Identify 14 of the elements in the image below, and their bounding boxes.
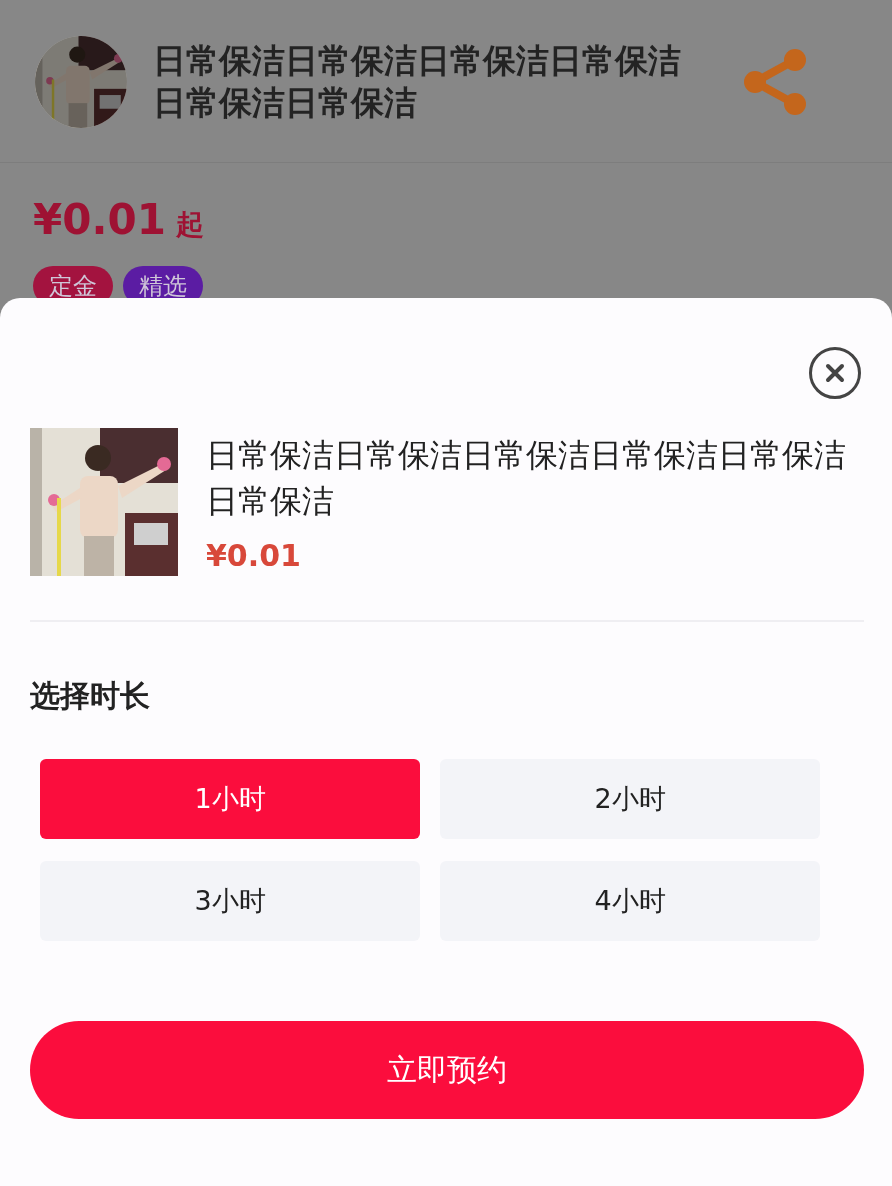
duration-option[interactable]: 2小时 — [440, 759, 820, 839]
duration-option[interactable]: 3小时 — [40, 861, 420, 941]
close-icon[interactable] — [808, 346, 862, 400]
product-price: ¥0.01 — [206, 538, 302, 573]
book-button[interactable]: 立即预约 — [30, 1021, 864, 1119]
product-title: 日常保洁日常保洁日常保洁日常保洁日常保洁日常保洁 — [206, 435, 847, 522]
tag: 定金 — [33, 266, 113, 298]
price-suffix: 起 — [175, 207, 204, 243]
duration-option[interactable]: 4小时 — [440, 861, 820, 941]
tag: 精选 — [123, 266, 203, 298]
price: ¥0.01 — [33, 195, 166, 244]
duration-option[interactable]: 1小时 — [40, 759, 420, 839]
service-title: 日常保洁日常保洁日常保洁日常保洁日常保洁日常保洁 — [153, 40, 682, 124]
section-title: 选择时长 — [30, 677, 151, 715]
